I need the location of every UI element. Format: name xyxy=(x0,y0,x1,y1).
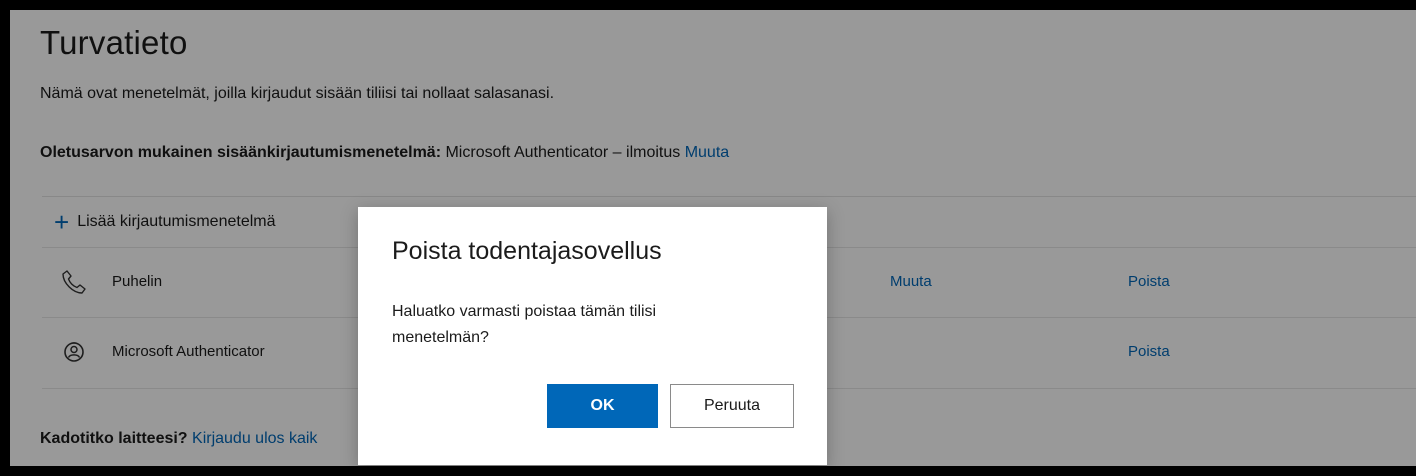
cancel-button[interactable]: Peruuta xyxy=(670,384,794,428)
ok-button[interactable]: OK xyxy=(547,384,658,428)
dialog-title: Poista todentajasovellus xyxy=(392,237,662,265)
delete-authenticator-dialog: Poista todentajasovellus Haluatko varmas… xyxy=(358,207,827,465)
screen-frame: Turvatieto Nämä ovat menetelmät, joilla … xyxy=(10,10,1416,466)
dialog-body: Haluatko varmasti poistaa tämän tilisi m… xyxy=(392,303,657,346)
